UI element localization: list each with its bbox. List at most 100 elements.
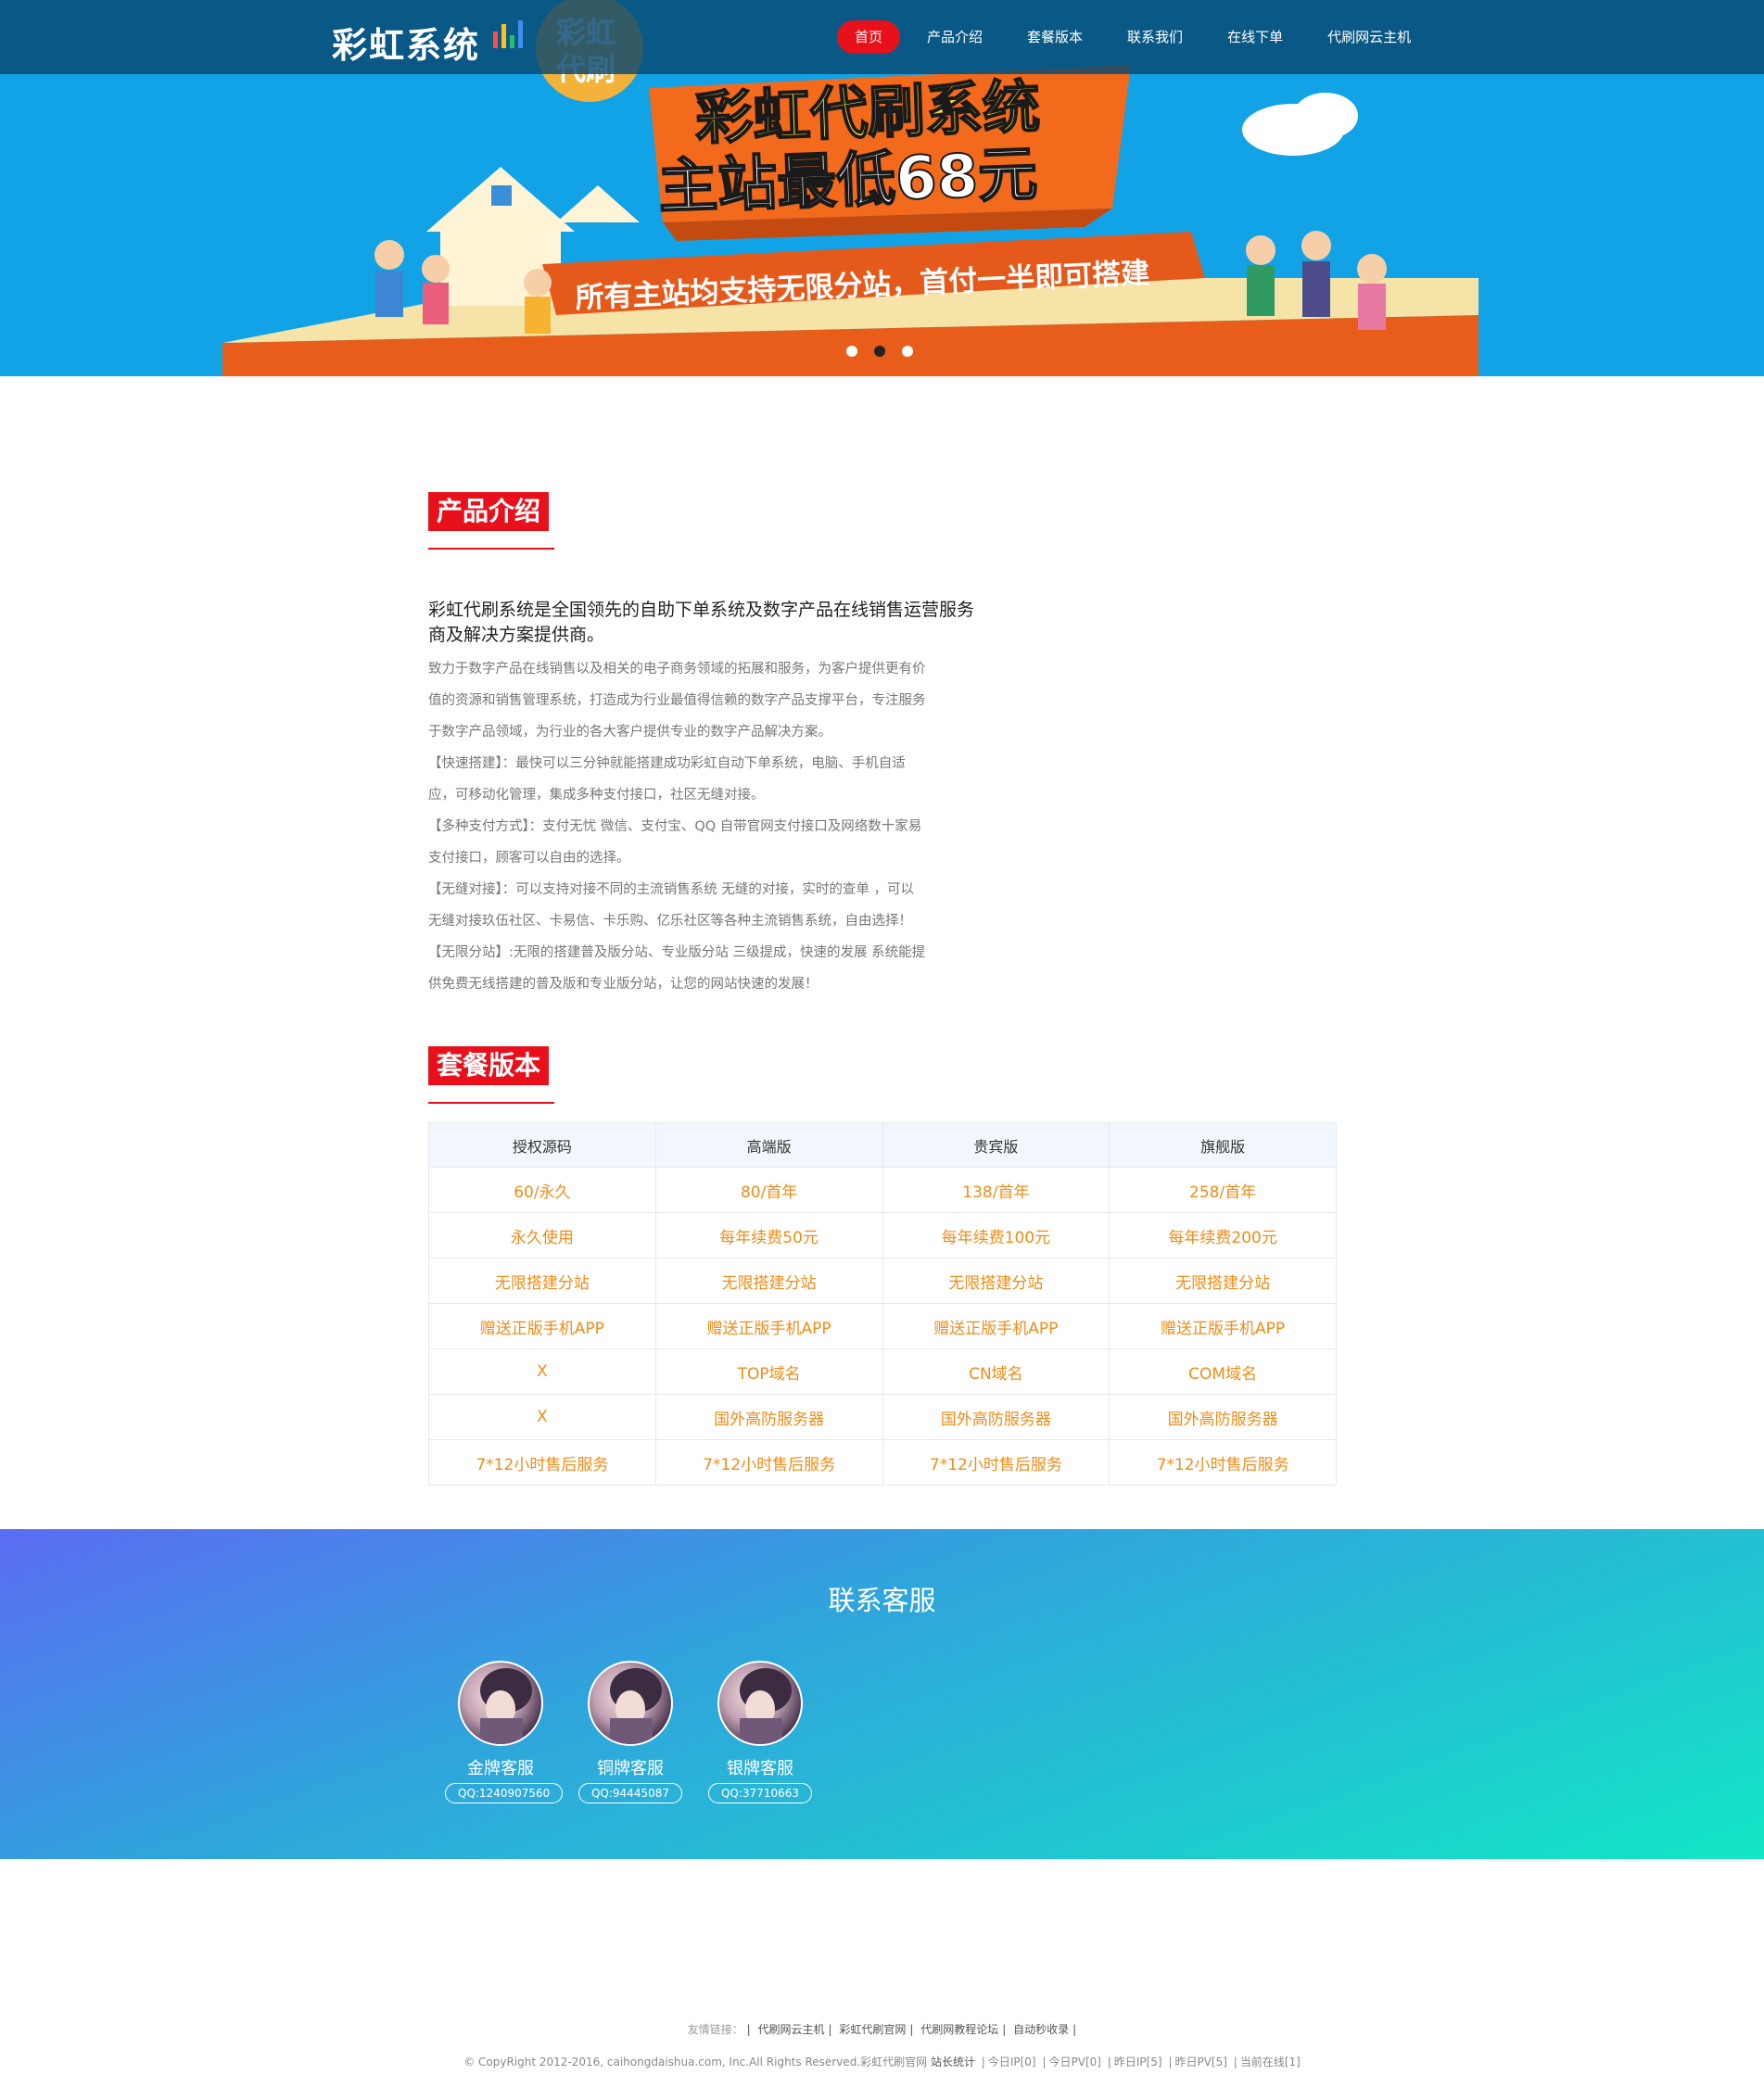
intro-line: 应，可移动化管理，集成多种支付接口，社区无缝对接。 bbox=[428, 788, 765, 803]
intro-section: 产品介绍 彩虹代刷系统是全国领先的自助下单系统及数字产品在线销售运营服务商及解决… bbox=[428, 492, 1337, 1000]
table-cell: 国外高防服务器 bbox=[1109, 1394, 1337, 1440]
intro-line: 致力于数字产品在线销售以及相关的电子商务领域的拓展和服务，为客户提供更有价 bbox=[428, 662, 926, 677]
nav-packages[interactable]: 套餐版本 bbox=[1009, 20, 1100, 54]
table-row: 60/永久 80/首年 138/首年 258/首年 bbox=[428, 1167, 1337, 1213]
intro-line: 供免费无线搭建的普及版和专业版分站，让您的网站快速的发展！ bbox=[428, 977, 819, 992]
table-cell: 每年续费200元 bbox=[1109, 1212, 1337, 1259]
intro-lead: 彩虹代刷系统是全国领先的自助下单系统及数字产品在线销售运营服务商及解决方案提供商… bbox=[428, 600, 975, 645]
table-cell: 每年续费50元 bbox=[654, 1212, 883, 1259]
table-row: 永久使用 每年续费50元 每年续费100元 每年续费200元 bbox=[428, 1212, 1337, 1259]
agent-card[interactable]: 银牌客服 QQ:37710663 bbox=[704, 1661, 816, 1803]
footer-link-official[interactable]: 彩虹代刷官网 bbox=[839, 2023, 906, 2036]
agent-card[interactable]: 铜牌客服 QQ:94445087 bbox=[575, 1661, 686, 1803]
table-cell: 赠送正版手机APP bbox=[428, 1303, 656, 1349]
column-header: 旗舰版 bbox=[1109, 1122, 1337, 1168]
intro-line: 【快速搭建】：最快可以三分钟就能搭建成功彩虹自动下单系统，电脑、手机自适 bbox=[428, 756, 906, 771]
stat-yesterday-pv: 昨日PV[5] bbox=[1174, 2056, 1227, 2068]
agent-qq-button[interactable]: QQ:37710663 bbox=[707, 1783, 812, 1803]
avatar bbox=[458, 1661, 543, 1746]
slider-dot-1[interactable] bbox=[846, 346, 857, 357]
stat-yesterday-ip: 昨日IP[5] bbox=[1113, 2056, 1162, 2068]
pricing-table: 授权源码 高端版 贵宾版 旗舰版 60/永久 80/首年 138/首年 258/… bbox=[428, 1122, 1337, 1486]
table-cell: 138/首年 bbox=[882, 1167, 1110, 1213]
footer-link-forum[interactable]: 代刷网教程论坛 bbox=[920, 2023, 998, 2036]
column-header: 授权源码 bbox=[428, 1122, 656, 1168]
table-cell: X bbox=[428, 1394, 656, 1440]
table-cell: 无限搭建分站 bbox=[882, 1258, 1110, 1304]
intro-paragraph: 致力于数字产品在线销售以及相关的电子商务领域的拓展和服务，为客户提供更有价 值的… bbox=[428, 653, 984, 1000]
agent-qq-button[interactable]: QQ:94445087 bbox=[577, 1783, 682, 1803]
table-cell: 无限搭建分站 bbox=[1109, 1258, 1337, 1304]
intro-line: 无缝对接玖伍社区、卡易信、卡乐购、亿乐社区等各种主流销售系统，自由选择！ bbox=[428, 914, 912, 929]
table-row: 7*12小时售后服务 7*12小时售后服务 7*12小时售后服务 7*12小时售… bbox=[428, 1439, 1337, 1486]
column-header: 贵宾版 bbox=[882, 1122, 1110, 1168]
banner-subhead: 主站最低68元 bbox=[657, 140, 1038, 221]
agent-name: 铜牌客服 bbox=[597, 1759, 664, 1778]
table-cell: X bbox=[428, 1348, 656, 1395]
nav-products[interactable]: 产品介绍 bbox=[909, 20, 1000, 54]
intro-line: 【无缝对接】：可以支持对接不同的主流销售系统 无缝的对接，实时的查单 ，可以 bbox=[428, 882, 914, 897]
table-row: 无限搭建分站 无限搭建分站 无限搭建分站 无限搭建分站 bbox=[428, 1258, 1337, 1304]
table-cell: COM域名 bbox=[1109, 1348, 1337, 1395]
banner-headline: 彩虹代刷系统 bbox=[694, 72, 1041, 152]
table-cell: 无限搭建分站 bbox=[654, 1258, 883, 1304]
nav-contact[interactable]: 联系我们 bbox=[1110, 20, 1200, 54]
table-header-row: 授权源码 高端版 贵宾版 旗舰版 bbox=[428, 1122, 1337, 1168]
table-cell: 无限搭建分站 bbox=[428, 1258, 656, 1304]
intro-line: 支付接口，顾客可以自由的选择。 bbox=[428, 851, 630, 866]
table-cell: 258/首年 bbox=[1109, 1167, 1337, 1213]
agent-list: 金牌客服 QQ:1240907560 铜牌客服 QQ:94445087 银牌客服… bbox=[445, 1661, 834, 1803]
friend-links-label: 友情链接： bbox=[687, 2023, 743, 2036]
table-cell: 赠送正版手机APP bbox=[1109, 1303, 1337, 1349]
table-cell: CN域名 bbox=[882, 1348, 1110, 1395]
intro-line: 【无限分站】:无限的搭建普及版分站、专业版分站 三级提成，快速的发展 系统能提 bbox=[428, 945, 926, 960]
avatar bbox=[717, 1661, 803, 1746]
stats-link[interactable]: 站长统计 bbox=[931, 2056, 975, 2068]
table-cell: 赠送正版手机APP bbox=[882, 1303, 1110, 1349]
footer-link-cloud-host[interactable]: 代刷网云主机 bbox=[757, 2023, 824, 2036]
table-row: X 国外高防服务器 国外高防服务器 国外高防服务器 bbox=[428, 1394, 1337, 1440]
stat-today-pv: 今日PV[0] bbox=[1048, 2056, 1101, 2068]
table-cell: 永久使用 bbox=[428, 1212, 656, 1259]
slider-dots bbox=[846, 346, 930, 357]
agent-card[interactable]: 金牌客服 QQ:1240907560 bbox=[445, 1661, 564, 1803]
table-cell: 7*12小时售后服务 bbox=[654, 1439, 883, 1486]
intro-title-underline bbox=[428, 548, 554, 550]
table-cell: 国外高防服务器 bbox=[882, 1394, 1110, 1440]
table-cell: 7*12小时售后服务 bbox=[882, 1439, 1110, 1486]
pricing-title-underline bbox=[428, 1102, 554, 1104]
copyright-text: © CopyRight 2012-2016, caihongdaishua.co… bbox=[463, 2056, 928, 2068]
table-cell: 每年续费100元 bbox=[882, 1212, 1110, 1259]
intro-line: 【多种支付方式】：支付无忧 微信、支付宝、QQ 自带官网支付接口及网络数十家易 bbox=[428, 819, 922, 834]
table-row: 赠送正版手机APP 赠送正版手机APP 赠送正版手机APP 赠送正版手机APP bbox=[428, 1303, 1337, 1349]
table-cell: TOP域名 bbox=[654, 1348, 883, 1395]
stat-online: 当前在线[1] bbox=[1239, 2056, 1301, 2068]
agent-name: 银牌客服 bbox=[727, 1759, 793, 1778]
contact-section: 联系客服 金牌客服 QQ:1240907560 铜牌客服 QQ:94445087… bbox=[0, 1529, 1764, 1859]
footer-link-auto-index[interactable]: 自动秒收录 bbox=[1013, 2023, 1069, 2036]
column-header: 高端版 bbox=[654, 1122, 883, 1168]
hero-banner: 彩虹 代刷 彩虹代刷系统 主站最低68元 所有主站均支持无限分站，首付一半即可搭… bbox=[0, 0, 1764, 376]
slider-dot-2[interactable] bbox=[874, 346, 885, 357]
agent-qq-button[interactable]: QQ:1240907560 bbox=[445, 1783, 564, 1803]
table-cell: 国外高防服务器 bbox=[654, 1394, 883, 1440]
table-cell: 7*12小时售后服务 bbox=[428, 1439, 656, 1486]
intro-title: 产品介绍 bbox=[428, 492, 550, 531]
nav-home[interactable]: 首页 bbox=[837, 20, 901, 54]
intro-line: 值的资源和销售管理系统，打造成为行业最值得信赖的数字产品支撑平台，专注服务 bbox=[428, 693, 926, 708]
contact-title: 联系客服 bbox=[828, 1585, 936, 1616]
main-nav: 首页 产品介绍 套餐版本 联系我们 在线下单 代刷网云主机 bbox=[837, 20, 1438, 54]
slider-dot-3[interactable] bbox=[902, 346, 913, 357]
agent-name: 金牌客服 bbox=[467, 1759, 534, 1778]
table-cell: 80/首年 bbox=[654, 1167, 883, 1213]
nav-order[interactable]: 在线下单 bbox=[1210, 20, 1301, 54]
table-row: X TOP域名 CN域名 COM域名 bbox=[428, 1348, 1337, 1395]
main-content: 产品介绍 彩虹代刷系统是全国领先的自助下单系统及数字产品在线销售运营服务商及解决… bbox=[428, 492, 1337, 1486]
pricing-title: 套餐版本 bbox=[428, 1046, 550, 1085]
site-logo[interactable]: 彩虹系统 bbox=[332, 17, 480, 68]
nav-cloud-host[interactable]: 代刷网云主机 bbox=[1310, 20, 1428, 54]
table-cell: 赠送正版手机APP bbox=[654, 1303, 883, 1349]
table-cell: 7*12小时售后服务 bbox=[1109, 1439, 1337, 1486]
pricing-section: 套餐版本 授权源码 高端版 贵宾版 旗舰版 60/永久 80/首年 138/首年… bbox=[428, 1046, 1337, 1486]
logo-bars-icon bbox=[493, 20, 523, 48]
